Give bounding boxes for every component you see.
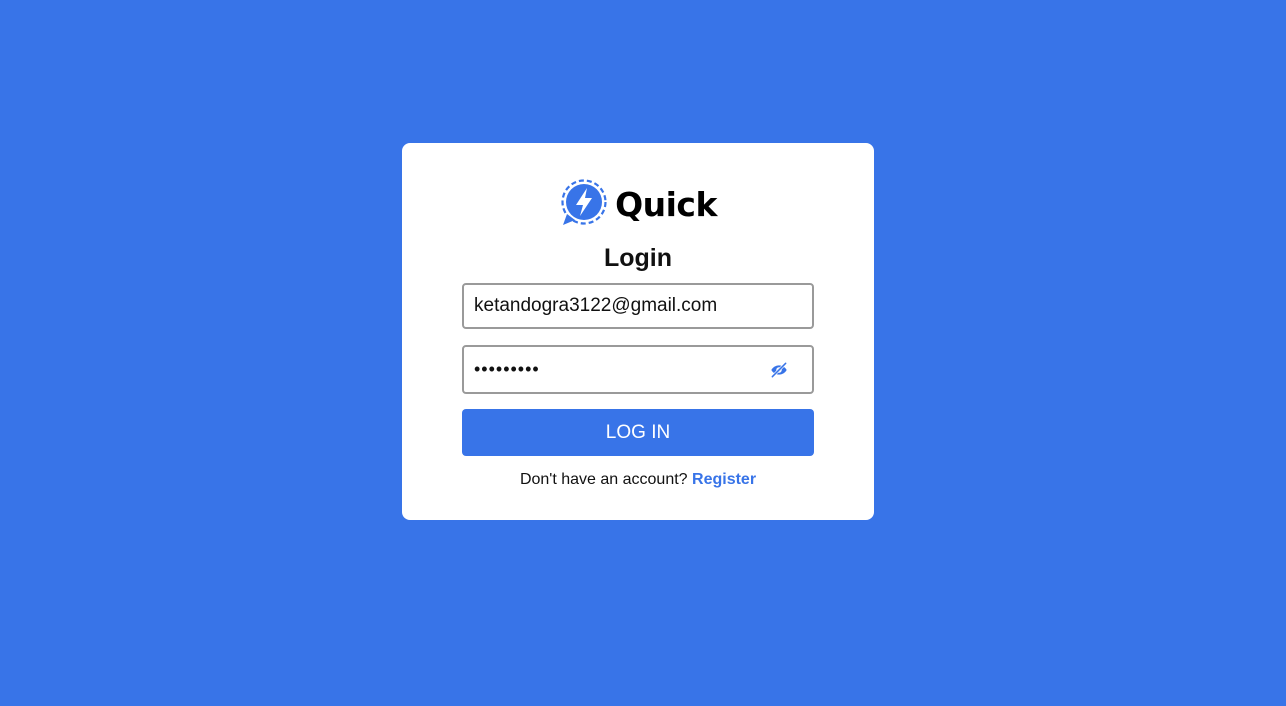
login-button[interactable]: LOG IN bbox=[462, 409, 814, 456]
register-prompt: Don't have an account? Register bbox=[402, 470, 874, 490]
password-input[interactable] bbox=[474, 347, 754, 392]
password-field bbox=[462, 345, 814, 394]
email-input[interactable] bbox=[474, 285, 804, 327]
brand-name: Quick bbox=[615, 184, 717, 224]
lightning-chat-bubble-icon bbox=[561, 179, 607, 225]
register-link[interactable]: Register bbox=[692, 471, 756, 488]
brand-header: Quick bbox=[402, 178, 874, 228]
register-prompt-text: Don't have an account? bbox=[519, 471, 688, 488]
email-field bbox=[462, 283, 814, 329]
login-card: Quick Login LOG IN Don't have an account… bbox=[402, 143, 874, 520]
page-title: Login bbox=[603, 244, 673, 272]
eye-slash-icon[interactable] bbox=[768, 359, 790, 381]
